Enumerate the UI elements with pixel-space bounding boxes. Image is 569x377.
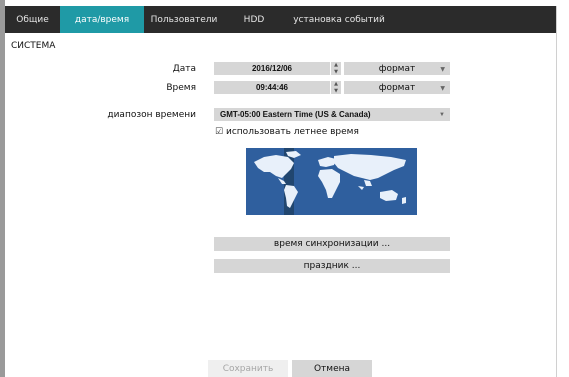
section-title: СИСТЕМА — [11, 41, 56, 51]
time-format-dropdown[interactable]: формат ▼ — [344, 81, 450, 94]
right-scroll-strip — [556, 6, 569, 377]
time-field[interactable]: 09:44:46 — [214, 81, 330, 94]
spin-up-icon[interactable]: ▲ — [334, 81, 338, 87]
date-field[interactable]: 2016/12/06 — [214, 62, 330, 75]
time-sync-button[interactable]: время синхронизации ... — [214, 237, 450, 251]
holiday-button[interactable]: праздник ... — [214, 259, 450, 273]
time-label: Время — [166, 83, 196, 93]
spin-up-icon[interactable]: ▲ — [334, 62, 338, 68]
time-spinner[interactable]: ▲ ▼ — [331, 81, 341, 94]
chevron-down-icon: ▼ — [440, 85, 445, 92]
date-format-label: формат — [378, 63, 416, 74]
checkbox-checked-icon[interactable]: ☑ — [215, 127, 224, 137]
settings-window: Общие дата/время Пользователи HDD устано… — [0, 0, 569, 377]
tab-date-time[interactable]: дата/время — [60, 6, 144, 33]
cancel-button[interactable]: Отмена — [292, 360, 372, 377]
left-border — [0, 0, 5, 377]
timezone-label: диапозон времени — [107, 110, 196, 120]
tab-hdd[interactable]: HDD — [224, 6, 284, 33]
chevron-down-icon: ▼ — [439, 112, 445, 118]
date-spinner[interactable]: ▲ ▼ — [331, 62, 341, 75]
new-zealand — [402, 197, 406, 204]
timezone-value: GMT-05:00 Eastern Time (US & Canada) — [220, 110, 371, 119]
chevron-down-icon: ▼ — [440, 66, 445, 73]
spin-down-icon[interactable]: ▼ — [334, 88, 338, 94]
timezone-dropdown[interactable]: GMT-05:00 Eastern Time (US & Canada) ▼ — [214, 108, 450, 121]
date-format-dropdown[interactable]: формат ▼ — [344, 62, 450, 75]
spin-down-icon[interactable]: ▼ — [334, 69, 338, 75]
tab-users[interactable]: Пользователи — [144, 6, 224, 33]
save-button[interactable]: Сохранить — [208, 360, 288, 377]
tab-general[interactable]: Общие — [5, 6, 60, 33]
tab-bar: Общие дата/время Пользователи HDD устано… — [5, 6, 556, 33]
dst-checkbox-row[interactable]: ☑ использовать летнее время — [215, 127, 359, 137]
world-map[interactable] — [246, 148, 417, 215]
time-format-label: формат — [378, 82, 416, 93]
dst-label: использовать летнее время — [226, 127, 359, 137]
tab-event-setup[interactable]: установка событий — [284, 6, 394, 33]
date-label: Дата — [172, 64, 196, 74]
